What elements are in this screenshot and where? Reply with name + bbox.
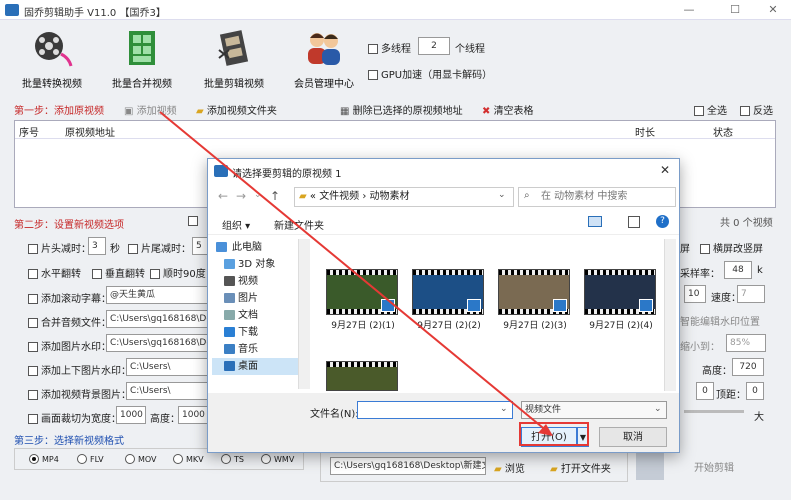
annotation-arrow [159, 111, 589, 446]
